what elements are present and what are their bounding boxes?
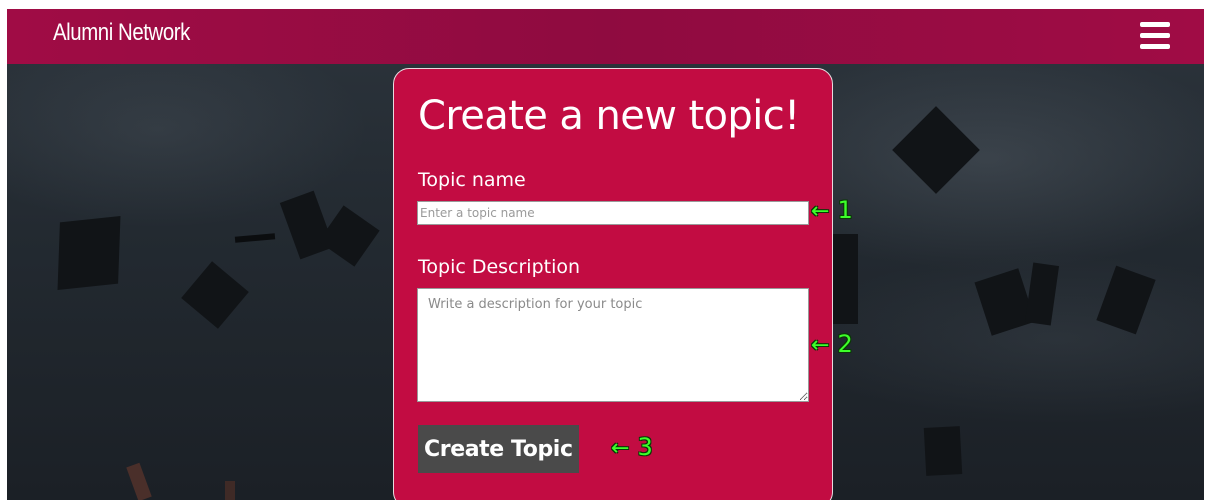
app-frame: Alumni Network Create a new topic! Topic… <box>7 9 1204 500</box>
hamburger-bar <box>1140 33 1170 38</box>
topic-description-label: Topic Description <box>418 256 581 278</box>
annotation-number: 3 <box>637 433 653 461</box>
hamburger-menu-icon[interactable] <box>1140 22 1170 49</box>
annotation-number: 1 <box>837 196 853 224</box>
brand-title[interactable]: Alumni Network <box>53 19 190 47</box>
hamburger-bar <box>1140 22 1170 27</box>
left-arrow-icon: ← <box>611 436 630 461</box>
annotation-3: ← 3 <box>611 433 653 461</box>
annotation-1: ← 1 <box>811 196 853 224</box>
hamburger-bar <box>1140 44 1170 49</box>
annotation-2: ← 2 <box>811 330 853 358</box>
annotation-number: 2 <box>837 330 853 358</box>
page-title: Create a new topic! <box>418 93 800 139</box>
topic-name-label: Topic name <box>418 169 526 191</box>
navbar: Alumni Network <box>7 9 1204 64</box>
left-arrow-icon: ← <box>811 199 830 224</box>
topic-name-input[interactable] <box>417 201 809 225</box>
create-topic-button[interactable]: Create Topic <box>418 425 579 473</box>
left-arrow-icon: ← <box>811 333 830 358</box>
topic-description-textarea[interactable] <box>417 288 809 402</box>
